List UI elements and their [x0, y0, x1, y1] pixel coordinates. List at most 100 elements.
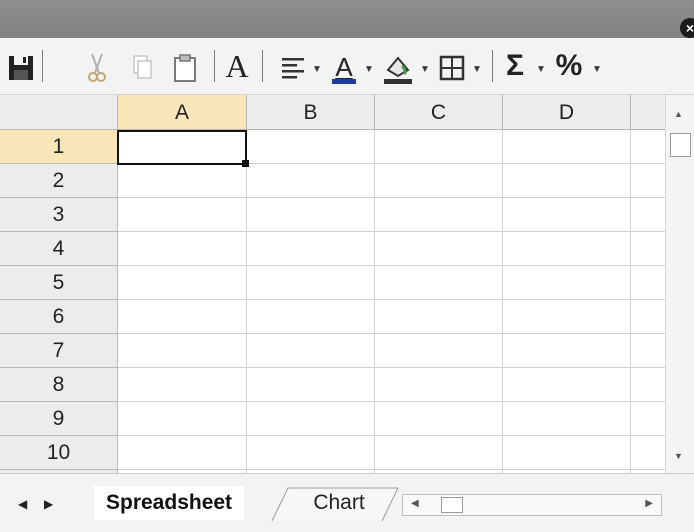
- spreadsheet-grid[interactable]: A B C D 1 2 3 4 5 6 7 8 9 10 11: [0, 95, 694, 473]
- cell-c4[interactable]: [375, 232, 503, 266]
- cell-a8[interactable]: [118, 368, 247, 402]
- align-dropdown-arrow[interactable]: ▼: [312, 64, 322, 75]
- fill-color-button[interactable]: [380, 46, 416, 86]
- toolbar: A ▼ A ▼ ▼ ▼ Σ ▼ % ▼: [0, 38, 694, 95]
- cell-c6[interactable]: [375, 300, 503, 334]
- fill-handle[interactable]: [242, 160, 249, 167]
- cell-b5[interactable]: [247, 266, 375, 300]
- row-header-10[interactable]: 10: [0, 436, 118, 470]
- fill-color-icon: [384, 56, 412, 84]
- cell-a4[interactable]: [118, 232, 247, 266]
- font-button[interactable]: A: [222, 46, 252, 86]
- save-button[interactable]: [6, 46, 36, 86]
- scroll-down-arrow[interactable]: ▼: [674, 451, 683, 461]
- row-header-5[interactable]: 5: [0, 266, 118, 300]
- toolbar-separator: [42, 50, 43, 82]
- toolbar-separator: [214, 50, 215, 82]
- column-header-d[interactable]: D: [503, 95, 631, 130]
- cell-c9[interactable]: [375, 402, 503, 436]
- paste-icon: [174, 54, 196, 82]
- cell-c8[interactable]: [375, 368, 503, 402]
- cell-d5[interactable]: [503, 266, 631, 300]
- cut-button[interactable]: [84, 46, 110, 86]
- svg-text:A: A: [335, 52, 353, 82]
- cell-d3[interactable]: [503, 198, 631, 232]
- font-color-dropdown-arrow[interactable]: ▼: [364, 64, 374, 75]
- cell-a6[interactable]: [118, 300, 247, 334]
- copy-button[interactable]: [128, 46, 156, 86]
- vertical-scroll-thumb[interactable]: [670, 133, 691, 157]
- cell-b10[interactable]: [247, 436, 375, 470]
- borders-dropdown-arrow[interactable]: ▼: [472, 64, 482, 75]
- cell-b6[interactable]: [247, 300, 375, 334]
- copy-icon: [133, 55, 152, 79]
- horizontal-scroll-thumb[interactable]: [441, 497, 463, 513]
- cell-b3[interactable]: [247, 198, 375, 232]
- cell-a2[interactable]: [118, 164, 247, 198]
- column-header-a[interactable]: A: [118, 95, 247, 130]
- cell-a5[interactable]: [118, 266, 247, 300]
- row-header-8[interactable]: 8: [0, 368, 118, 402]
- cell-a7[interactable]: [118, 334, 247, 368]
- cell-b2[interactable]: [247, 164, 375, 198]
- row-header-9[interactable]: 9: [0, 402, 118, 436]
- cell-c3[interactable]: [375, 198, 503, 232]
- vertical-scrollbar[interactable]: ▲ ▼: [665, 95, 694, 473]
- row-header-2[interactable]: 2: [0, 164, 118, 198]
- sum-button[interactable]: Σ: [500, 46, 530, 86]
- cell-d8[interactable]: [503, 368, 631, 402]
- window-title-bar: ×: [0, 0, 694, 38]
- cell-b7[interactable]: [247, 334, 375, 368]
- cell-d10[interactable]: [503, 436, 631, 470]
- cell-d2[interactable]: [503, 164, 631, 198]
- scroll-right-arrow[interactable]: ▶: [645, 498, 653, 509]
- cell-b9[interactable]: [247, 402, 375, 436]
- cell-b8[interactable]: [247, 368, 375, 402]
- cell-d6[interactable]: [503, 300, 631, 334]
- font-color-button[interactable]: A: [328, 46, 360, 86]
- row-header-4[interactable]: 4: [0, 232, 118, 266]
- column-header-b[interactable]: B: [247, 95, 375, 130]
- borders-button[interactable]: [436, 46, 468, 86]
- cell-c2[interactable]: [375, 164, 503, 198]
- cell-a9[interactable]: [118, 402, 247, 436]
- active-cell-a1[interactable]: [117, 130, 247, 165]
- scroll-left-arrow[interactable]: ◀: [411, 498, 419, 509]
- row-header-1[interactable]: 1: [0, 130, 118, 164]
- cell-d1[interactable]: [503, 130, 631, 164]
- cell-c10[interactable]: [375, 436, 503, 470]
- percent-button[interactable]: %: [552, 46, 586, 86]
- fill-color-dropdown-arrow[interactable]: ▼: [420, 64, 430, 75]
- scroll-up-arrow[interactable]: ▲: [674, 109, 683, 119]
- cell-b1[interactable]: [247, 130, 375, 164]
- align-button[interactable]: [278, 46, 308, 86]
- toolbar-separator: [262, 50, 263, 82]
- cell-c1[interactable]: [375, 130, 503, 164]
- toolbar-separator: [492, 50, 493, 82]
- cell-a10[interactable]: [118, 436, 247, 470]
- tab-next-icon[interactable]: ▶: [44, 497, 53, 511]
- tab-spreadsheet[interactable]: Spreadsheet: [94, 486, 245, 520]
- row-header-3[interactable]: 3: [0, 198, 118, 232]
- cell-b4[interactable]: [247, 232, 375, 266]
- borders-icon: [439, 55, 465, 81]
- horizontal-scrollbar[interactable]: ◀ ▶: [402, 494, 662, 516]
- tab-prev-icon[interactable]: ◀: [18, 497, 27, 511]
- close-button[interactable]: ×: [680, 18, 694, 38]
- row-header-7[interactable]: 7: [0, 334, 118, 368]
- tab-chart[interactable]: Chart: [280, 486, 398, 520]
- row-header-6[interactable]: 6: [0, 300, 118, 334]
- cell-d9[interactable]: [503, 402, 631, 436]
- percent-dropdown-arrow[interactable]: ▼: [592, 64, 602, 75]
- column-header-c[interactable]: C: [375, 95, 503, 130]
- sum-dropdown-arrow[interactable]: ▼: [536, 64, 546, 75]
- select-all-corner[interactable]: [0, 95, 118, 130]
- cell-d7[interactable]: [503, 334, 631, 368]
- sum-icon: Σ: [505, 49, 524, 82]
- cell-c5[interactable]: [375, 266, 503, 300]
- cell-c7[interactable]: [375, 334, 503, 368]
- paste-button[interactable]: [170, 46, 200, 86]
- cell-a3[interactable]: [118, 198, 247, 232]
- cell-d4[interactable]: [503, 232, 631, 266]
- cut-icon: [88, 53, 106, 82]
